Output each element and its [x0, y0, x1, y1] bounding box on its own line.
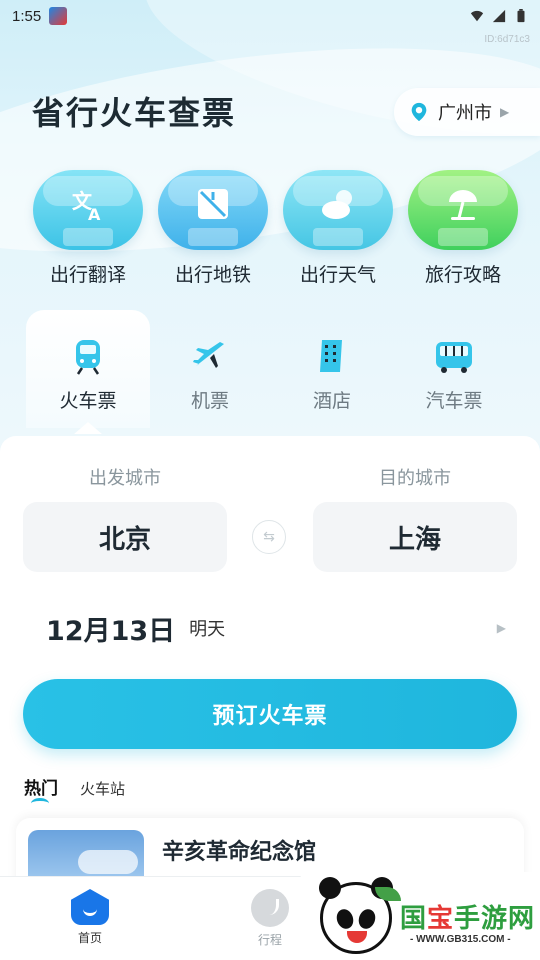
- device-id-label: ID:6d71c3: [484, 34, 530, 45]
- recommend-tabs: 热门 火车站: [24, 774, 125, 801]
- bus-icon: [436, 342, 472, 373]
- book-train-ticket-button[interactable]: 预订火车票: [23, 679, 517, 749]
- wifi-icon: [470, 10, 484, 22]
- to-city-caption: 目的城市: [379, 468, 451, 489]
- metro-map-icon: [198, 189, 228, 219]
- watermark-brand: 国宝手游网: [400, 898, 535, 935]
- page-title: 省行火车查票: [32, 94, 237, 132]
- weather-cloud-icon: [322, 190, 352, 219]
- tool-travel-guide[interactable]: 旅行攻略: [401, 170, 525, 287]
- svg-text:A: A: [88, 205, 101, 222]
- active-tab-pointer: [74, 422, 102, 434]
- tab-flight[interactable]: 机票: [148, 310, 272, 428]
- status-bar: 1:55: [0, 0, 540, 32]
- quick-tools: 文 A 出行翻译 出行地铁 出行天气 旅行攻略: [0, 170, 540, 290]
- chevron-right-icon: ▶: [500, 105, 510, 119]
- app-notification-icon: [49, 7, 68, 25]
- tool-bubble: [283, 170, 393, 250]
- date-hint: 明天: [189, 619, 226, 640]
- watermark-brand-char: 宝: [427, 904, 455, 934]
- tool-label: 出行天气: [299, 264, 376, 286]
- cellular-signal-icon: [492, 9, 506, 23]
- beach-umbrella-icon: [449, 190, 477, 220]
- from-city-caption: 出发城市: [89, 468, 161, 489]
- city-selector[interactable]: 广州市 ▶: [394, 88, 540, 136]
- tab-train[interactable]: 火车票: [26, 310, 150, 428]
- status-indicators: [470, 9, 528, 23]
- tool-label: 出行地铁: [174, 264, 251, 286]
- tool-bubble: [408, 170, 518, 250]
- site-watermark-logo: 国宝手游网 - WWW.GB315.COM -: [298, 872, 540, 960]
- tool-bubble: 文 A: [33, 170, 143, 250]
- tool-translate[interactable]: 文 A 出行翻译: [26, 170, 150, 287]
- location-pin-icon: [411, 102, 427, 122]
- booking-card: 出发城市 目的城市 北京 ⇆ 上海 12月13日 明天 ▶ 预订火车票 热门 火…: [0, 436, 540, 910]
- swap-icon: ⇆: [263, 529, 275, 545]
- plane-icon: [193, 342, 224, 368]
- date-selector[interactable]: 12月13日 明天 ▶: [46, 608, 506, 648]
- tab-hot[interactable]: 热门: [24, 774, 58, 801]
- tool-label: 出行翻译: [49, 264, 126, 286]
- watermark-brand-char: 国: [400, 904, 428, 934]
- hotel-icon: [320, 340, 342, 372]
- current-city: 广州市: [438, 103, 492, 124]
- nav-home[interactable]: 首页: [50, 889, 130, 946]
- translate-icon: 文 A: [72, 189, 101, 222]
- status-time: 1:55: [12, 7, 42, 25]
- tab-hotel[interactable]: 酒店: [270, 310, 394, 428]
- home-icon: [71, 889, 109, 925]
- tool-bubble: [158, 170, 268, 250]
- watermark-brand-rest: 手游网: [454, 904, 536, 934]
- nav-label: 首页: [77, 931, 102, 945]
- tool-weather[interactable]: 出行天气: [276, 170, 400, 287]
- attraction-name: 辛亥革命纪念馆: [162, 840, 317, 865]
- tool-label: 旅行攻略: [424, 264, 501, 286]
- watermark-url: - WWW.GB315.COM -: [410, 934, 511, 945]
- tool-metro[interactable]: 出行地铁: [151, 170, 275, 287]
- tab-label: 酒店: [312, 390, 351, 412]
- from-city-button[interactable]: 北京: [23, 502, 227, 572]
- swap-cities-button[interactable]: ⇆: [252, 520, 286, 554]
- tab-label: 汽车票: [425, 390, 483, 412]
- trip-icon: [251, 889, 289, 927]
- tab-train-station[interactable]: 火车站: [80, 778, 125, 799]
- to-city-button[interactable]: 上海: [313, 502, 517, 572]
- train-icon: [76, 340, 100, 375]
- tab-bus[interactable]: 汽车票: [392, 310, 516, 428]
- departure-date: 12月13日: [46, 615, 176, 647]
- chevron-right-icon: ▶: [496, 621, 506, 635]
- tab-label: 机票: [190, 390, 229, 412]
- panda-mascot-icon: [319, 877, 401, 954]
- tab-label: 火车票: [59, 390, 117, 412]
- transport-tabs: 火车票 机票 酒店 汽车票: [0, 310, 540, 430]
- battery-icon: [517, 9, 525, 23]
